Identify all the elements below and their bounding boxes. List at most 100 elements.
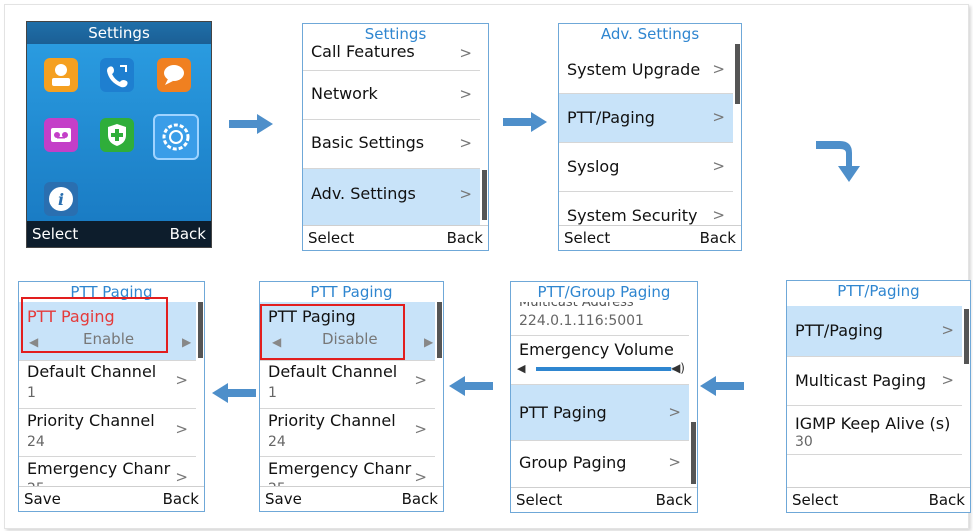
messages-icon[interactable]	[157, 58, 191, 92]
scrollbar-thumb[interactable]	[691, 422, 696, 484]
softkey-back[interactable]: Back	[447, 229, 483, 247]
menu-item-label: Priority Channel	[27, 411, 155, 430]
menu-item-label: Multicast Address	[519, 302, 634, 310]
volume-slider[interactable]	[536, 367, 678, 371]
softkey-save[interactable]: Save	[265, 490, 302, 508]
info-icon[interactable]: i	[44, 182, 78, 216]
menu-item-label: Group Paging	[519, 453, 627, 472]
menu-item-value: 1	[268, 385, 277, 401]
softkey-select[interactable]: Select	[792, 491, 838, 509]
menu-item-syslog[interactable]: Syslog >	[559, 143, 733, 192]
menu-item-multicast-paging[interactable]: Multicast Paging >	[787, 357, 962, 406]
menu-item-system-upgrade[interactable]: System Upgrade >	[559, 46, 733, 94]
security-icon[interactable]	[100, 118, 134, 152]
menu-list: Call Features > Network > Basic Settings…	[303, 44, 488, 226]
menu-item-adv-settings[interactable]: Adv. Settings >	[303, 169, 480, 226]
menu-item-label: Multicast Paging	[795, 371, 927, 390]
scrollbar-thumb[interactable]	[482, 170, 487, 220]
menu-item-emergency-channel[interactable]: Emergency Chanr 25 >	[19, 457, 196, 487]
chevron-right-icon: >	[668, 453, 681, 471]
softkey-back[interactable]: Back	[700, 229, 736, 247]
menu-item-label: IGMP Keep Alive (s)	[795, 414, 951, 433]
softkey-back[interactable]: Back	[163, 490, 199, 508]
chevron-right-icon: >	[414, 371, 427, 389]
softkey-back[interactable]: Back	[402, 490, 438, 508]
highlight-box	[260, 304, 405, 360]
menu-item-group-paging[interactable]: Group Paging >	[511, 441, 689, 488]
screen-title: Adv. Settings	[600, 25, 700, 43]
chevron-right-icon: >	[414, 420, 427, 438]
chevron-right-icon: >	[712, 60, 725, 78]
menu-item-basic-settings[interactable]: Basic Settings >	[303, 120, 480, 169]
menu-item-priority-channel[interactable]: Priority Channel 24 >	[19, 409, 196, 457]
menu-item-label: PTT Paging	[519, 403, 607, 422]
menu-item-call-features[interactable]: Call Features >	[303, 44, 480, 71]
scrollbar-thumb[interactable]	[198, 302, 203, 358]
screen-title: Settings	[364, 25, 427, 43]
menu-item-label: Emergency Volume	[519, 340, 674, 359]
softkey-save[interactable]: Save	[24, 490, 61, 508]
softkey-select[interactable]: Select	[516, 491, 562, 509]
chevron-right-icon: >	[459, 185, 472, 203]
menu-item-value: 1	[27, 385, 36, 401]
voicemail-icon[interactable]	[44, 118, 78, 152]
chevron-right-icon: >	[668, 403, 681, 421]
scrollbar-thumb[interactable]	[735, 44, 740, 104]
flow-arrow-left-icon	[212, 383, 256, 407]
softkey-back[interactable]: Back	[656, 491, 692, 509]
screen-settings-menu: Settings Call Features > Network > Basic…	[302, 23, 489, 251]
volume-slider-fill	[536, 367, 671, 371]
chevron-right-icon: >	[459, 134, 472, 152]
menu-item-value: 30	[795, 434, 813, 450]
menu-item-default-channel[interactable]: Default Channel 1 >	[19, 361, 196, 409]
softkey-bar: Select Back	[27, 221, 211, 247]
menu-list: System Upgrade > PTT/Paging > Syslog > S…	[559, 44, 741, 226]
highlight-box	[21, 297, 168, 353]
menu-item-value: 224.0.1.116:5001	[519, 313, 644, 329]
menu-item-ptt-paging[interactable]: PTT/Paging >	[787, 306, 962, 357]
menu-item-ptt-paging[interactable]: PTT/Paging >	[559, 94, 733, 143]
softkey-select[interactable]: Select	[308, 229, 354, 247]
menu-item-priority-channel[interactable]: Priority Channel 24 >	[260, 409, 435, 457]
menu-item-value: 24	[268, 434, 286, 450]
arrow-right-icon[interactable]: ▶	[182, 335, 191, 349]
screen-ptt-paging-enable: PTT Paging PTT Paging ◀ Enable ▶ Default…	[18, 281, 205, 512]
menu-list: PTT/Paging > Multicast Paging > IGMP Kee…	[787, 301, 970, 488]
softkey-back[interactable]: Back	[170, 225, 206, 243]
softkey-select[interactable]: Select	[564, 229, 610, 247]
settings-icon[interactable]	[153, 114, 199, 160]
contacts-icon[interactable]	[44, 58, 78, 92]
softkey-back[interactable]: Back	[929, 491, 965, 509]
multicast-address-row[interactable]: Multicast Address 224.0.1.116:5001	[511, 302, 689, 336]
chevron-right-icon: >	[414, 468, 427, 486]
emergency-volume-row[interactable]: Emergency Volume ◀ ◀)	[511, 336, 689, 385]
menu-item-label: Emergency Chanr	[268, 459, 412, 478]
menu-item-emergency-channel[interactable]: Emergency Chanr 25 >	[260, 457, 435, 487]
flow-arrow-left-icon	[700, 376, 744, 400]
chevron-right-icon: >	[712, 108, 725, 126]
scrollbar-thumb[interactable]	[964, 309, 969, 364]
call-history-icon[interactable]	[100, 58, 134, 92]
menu-item-label: Adv. Settings	[311, 184, 416, 203]
menu-item-label: System Security	[567, 206, 698, 225]
menu-item-igmp-keep-alive[interactable]: IGMP Keep Alive (s) 30	[787, 406, 962, 455]
menu-item-system-security[interactable]: System Security >	[559, 192, 733, 226]
svg-text:i: i	[58, 190, 64, 209]
chevron-right-icon: >	[941, 321, 954, 339]
flow-arrow-turn-down-icon	[816, 138, 872, 190]
chevron-right-icon: >	[941, 371, 954, 389]
softkey-bar: Save Back	[260, 486, 443, 511]
chevron-right-icon: >	[712, 157, 725, 175]
menu-item-label: Basic Settings	[311, 133, 425, 152]
menu-item-network[interactable]: Network >	[303, 71, 480, 120]
flow-arrow-right-icon	[229, 114, 273, 138]
menu-item-default-channel[interactable]: Default Channel 1 >	[260, 361, 435, 409]
scrollbar-thumb[interactable]	[437, 302, 442, 358]
screen-home-settings: Settings i Select Back	[26, 21, 212, 248]
screen-title: PTT/Group Paging	[537, 283, 671, 301]
softkey-select[interactable]: Select	[32, 225, 78, 243]
menu-item-ptt-paging[interactable]: PTT Paging >	[511, 385, 689, 441]
chevron-right-icon: >	[175, 371, 188, 389]
arrow-right-icon[interactable]: ▶	[424, 335, 433, 349]
menu-item-value: 24	[27, 434, 45, 450]
